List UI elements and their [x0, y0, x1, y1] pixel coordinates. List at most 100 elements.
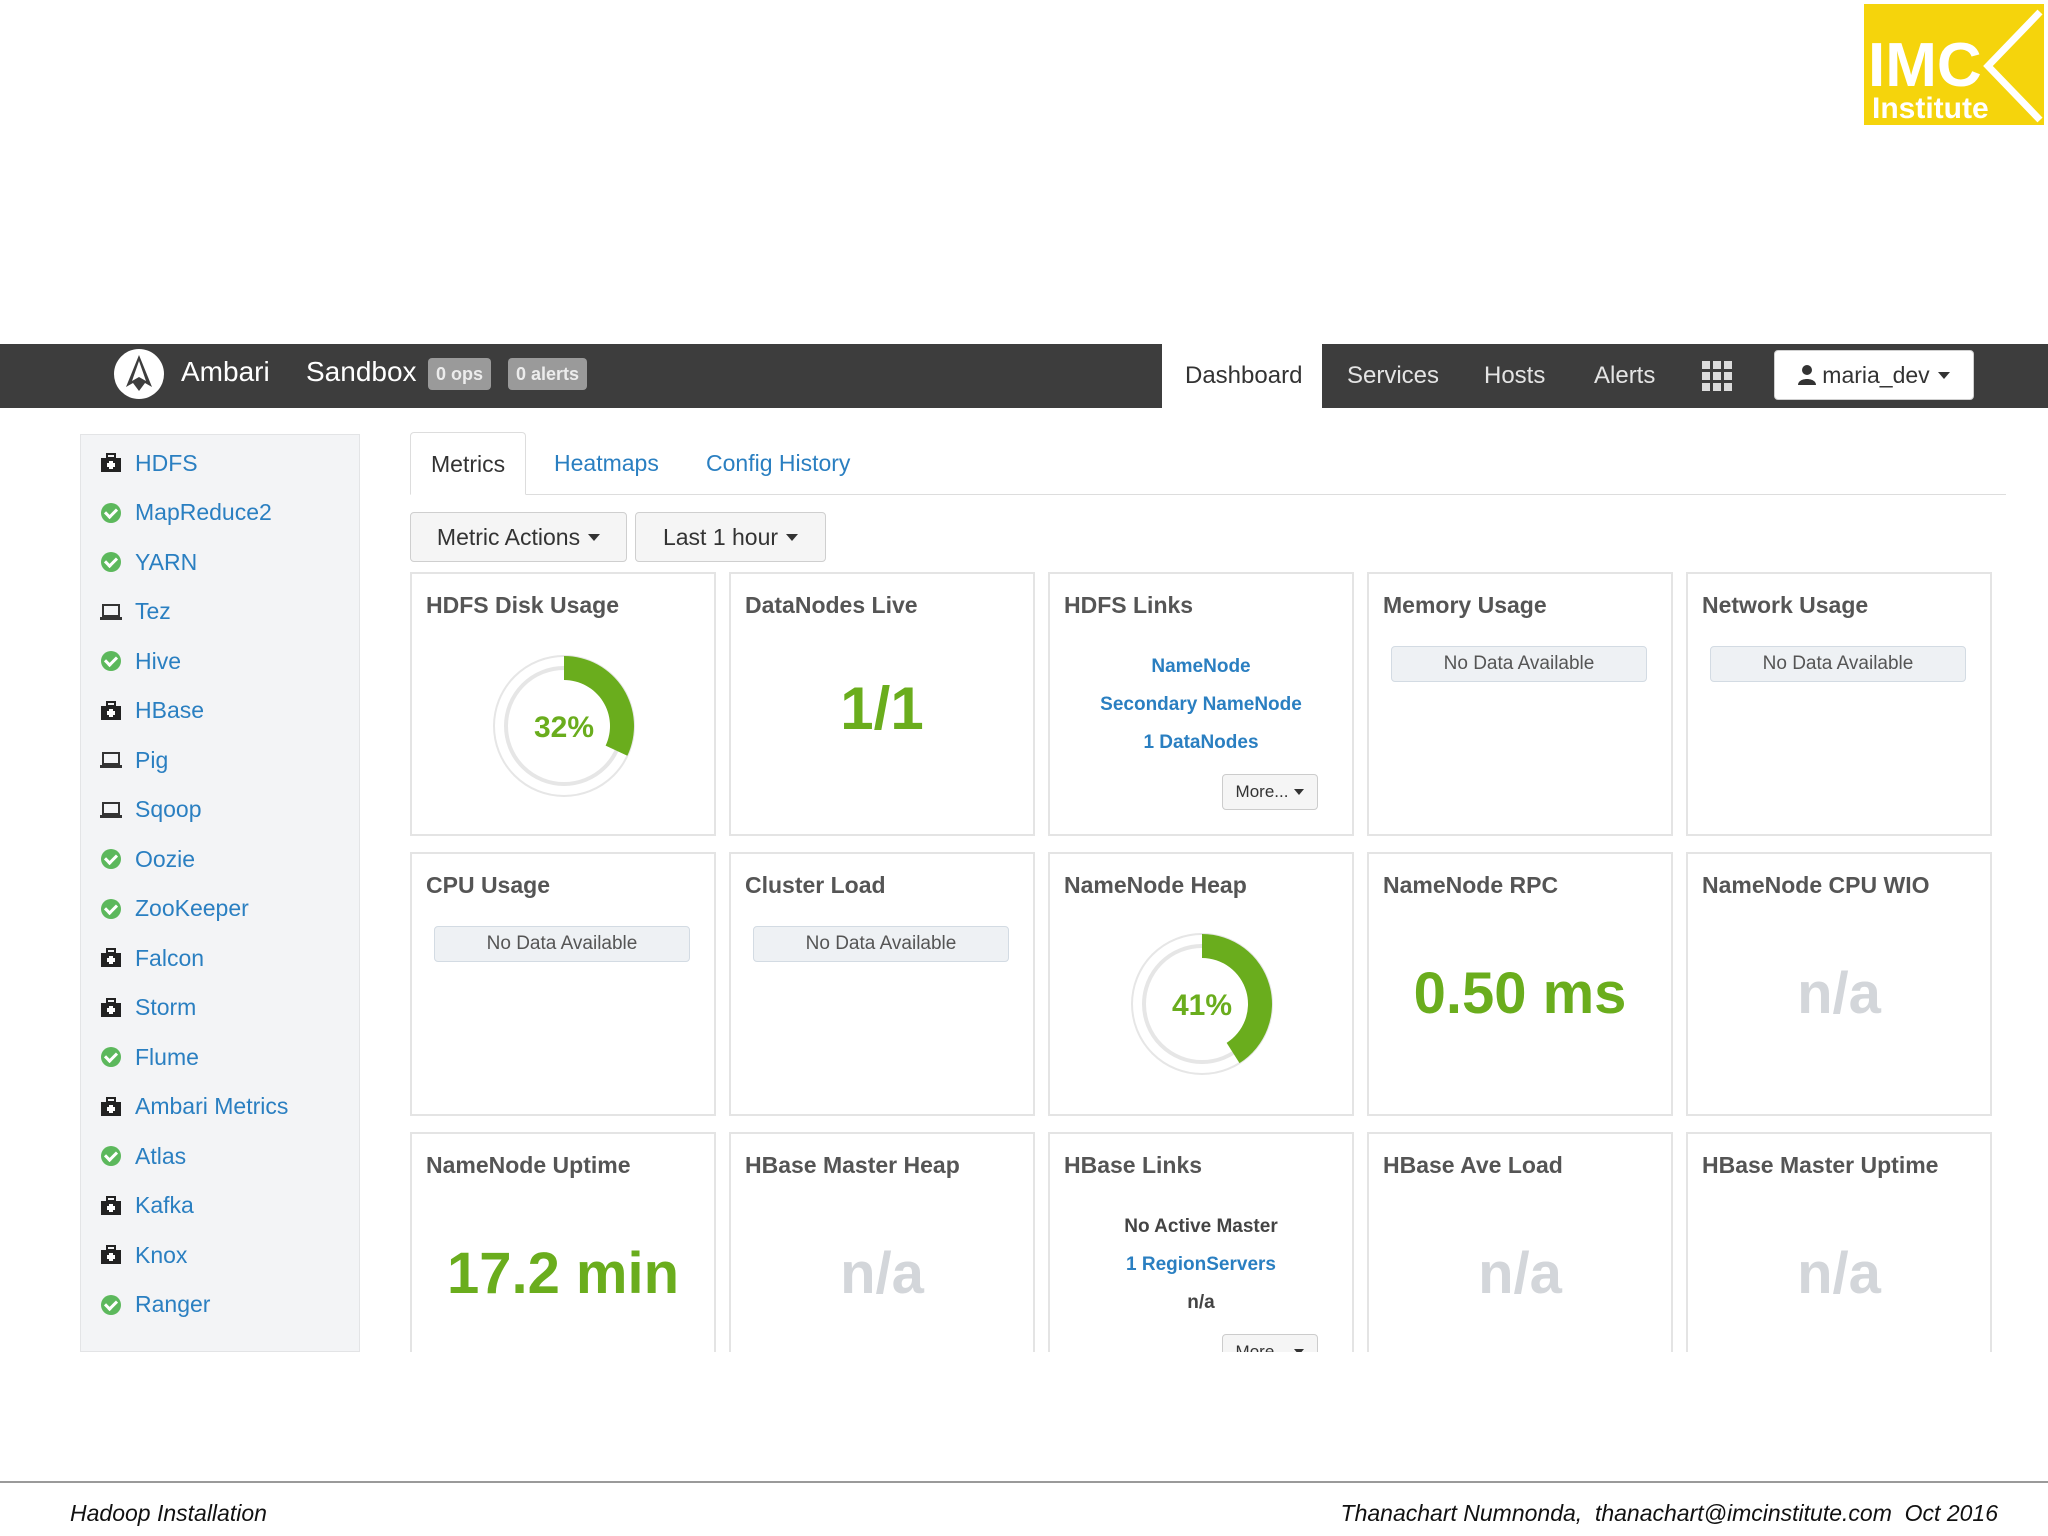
medkit-icon — [99, 1194, 123, 1218]
chevron-down-icon — [1937, 371, 1950, 379]
sidebar-item-yarn[interactable]: YARN — [99, 542, 197, 582]
user-menu-button[interactable]: maria_dev — [1774, 350, 1974, 400]
widget-title: NameNode Heap — [1064, 872, 1247, 898]
hbase-heap-value: n/a — [840, 1241, 924, 1306]
logo-line2: Institute — [1872, 92, 1989, 125]
sidebar-item-zookeeper[interactable]: ZooKeeper — [99, 889, 249, 929]
ops-badge[interactable]: 0 ops — [428, 358, 492, 390]
hbase-uptime-value: n/a — [1797, 1241, 1881, 1306]
medkit-icon — [99, 1095, 123, 1119]
cluster-name[interactable]: Sandbox — [306, 356, 417, 388]
chevron-down-icon — [1294, 789, 1305, 795]
widget-hdfs-disk-usage[interactable]: HDFS Disk Usage 32% — [410, 572, 716, 836]
sidebar-item-label: Oozie — [135, 845, 196, 872]
widget-title: HDFS Links — [1064, 592, 1194, 618]
namenode-heap-donut: 41% — [1131, 933, 1273, 1075]
medkit-icon — [99, 1243, 123, 1267]
widget-network-usage[interactable]: Network Usage No Data Available — [1686, 572, 1992, 836]
nav-hosts[interactable]: Hosts — [1484, 344, 1545, 408]
sidebar-item-tez[interactable]: Tez — [99, 592, 171, 632]
sidebar-item-oozie[interactable]: Oozie — [99, 839, 195, 879]
sidebar-item-hbase[interactable]: HBase — [99, 691, 204, 731]
widget-title: DataNodes Live — [745, 592, 918, 618]
datanodes-value: 1/1 — [840, 675, 924, 742]
sidebar-item-storm[interactable]: Storm — [99, 988, 196, 1028]
metric-actions-button[interactable]: Metric Actions — [410, 512, 627, 562]
sidebar-item-flume[interactable]: Flume — [99, 1037, 199, 1077]
widget-title: HBase Master Heap — [745, 1152, 960, 1178]
tab-heatmaps[interactable]: Heatmaps — [534, 432, 679, 494]
sidebar-item-ambari-metrics[interactable]: Ambari Metrics — [99, 1087, 288, 1127]
widget-namenode-cpu-wio[interactable]: NameNode CPU WIO n/a — [1686, 852, 1992, 1116]
sidebar-item-label: Storm — [135, 994, 197, 1020]
sidebar-item-label: Atlas — [135, 1142, 187, 1169]
widget-title: HBase Links — [1064, 1152, 1203, 1178]
footer-author: Thanachart Numnonda, thanachart@imcinsti… — [1340, 1500, 1998, 1526]
sidebar-item-label: Pig — [135, 746, 169, 773]
sidebar-item-label: HDFS — [135, 449, 198, 476]
sidebar-item-falcon[interactable]: Falcon — [99, 938, 204, 978]
time-range-button[interactable]: Last 1 hour — [635, 512, 826, 562]
sidebar-item-ranger[interactable]: Ranger — [99, 1285, 210, 1325]
donut-label: 32% — [534, 711, 594, 744]
alerts-badge[interactable]: 0 alerts — [508, 358, 588, 390]
widget-title: NameNode Uptime — [426, 1152, 631, 1178]
sidebar-item-label: Falcon — [135, 944, 205, 971]
sidebar-item-hive[interactable]: Hive — [99, 641, 181, 681]
nav-dashboard[interactable]: Dashboard — [1185, 344, 1302, 408]
check-circle-icon — [99, 501, 123, 525]
widget-title: Memory Usage — [1383, 592, 1547, 618]
brand-name[interactable]: Ambari — [181, 356, 270, 388]
hdfs-disk-donut: 32% — [493, 655, 635, 797]
widget-title: HDFS Disk Usage — [426, 592, 620, 618]
regionservers-link[interactable]: 1 RegionServers — [1050, 1254, 1352, 1276]
no-data-banner: No Data Available — [753, 926, 1009, 962]
sidebar-item-kafka[interactable]: Kafka — [99, 1186, 194, 1226]
sidebar-item-label: MapReduce2 — [135, 499, 272, 525]
laptop-icon — [99, 748, 123, 772]
tab-config-history[interactable]: Config History — [686, 432, 870, 494]
check-circle-icon — [99, 847, 123, 871]
no-data-banner: No Data Available — [434, 926, 690, 962]
sidebar-item-label: Sqoop — [135, 796, 202, 822]
widget-namenode-heap[interactable]: NameNode Heap 41% — [1048, 852, 1354, 1116]
widget-datanodes-live[interactable]: DataNodes Live 1/1 — [729, 572, 1035, 836]
medkit-icon — [99, 451, 123, 475]
secondary-namenode-link[interactable]: Secondary NameNode — [1050, 694, 1352, 716]
widget-title: HBase Master Uptime — [1702, 1152, 1939, 1178]
ambari-logo-icon[interactable] — [112, 347, 166, 401]
widget-namenode-rpc[interactable]: NameNode RPC 0.50 ms — [1367, 852, 1673, 1116]
sidebar-item-mapreduce2[interactable]: MapReduce2 — [99, 493, 272, 533]
check-circle-icon — [99, 649, 123, 673]
sidebar-item-hdfs[interactable]: HDFS — [99, 443, 198, 483]
widget-memory-usage[interactable]: Memory Usage No Data Available — [1367, 572, 1673, 836]
sidebar-item-label: HBase — [135, 697, 205, 723]
slide-background — [0, 1352, 2048, 1482]
hbase-load-value: n/a — [1478, 1241, 1562, 1306]
widget-hdfs-links[interactable]: HDFS Links NameNode Secondary NameNode 1… — [1048, 572, 1354, 836]
medkit-icon — [99, 996, 123, 1020]
sidebar-item-knox[interactable]: Knox — [99, 1235, 187, 1275]
datanodes-link[interactable]: 1 DataNodes — [1050, 732, 1352, 754]
check-circle-icon — [99, 1293, 123, 1317]
namenode-link[interactable]: NameNode — [1050, 656, 1352, 678]
widget-cpu-usage[interactable]: CPU Usage No Data Available — [410, 852, 716, 1116]
hbase-na-text: n/a — [1187, 1292, 1215, 1313]
widget-cluster-load[interactable]: Cluster Load No Data Available — [729, 852, 1035, 1116]
medkit-icon — [99, 699, 123, 723]
views-grid-icon[interactable] — [1702, 361, 1732, 391]
widget-title: Network Usage — [1702, 592, 1869, 618]
donut-label: 41% — [1172, 989, 1232, 1022]
namenode-rpc-value: 0.50 ms — [1413, 961, 1627, 1026]
tab-metrics[interactable]: Metrics — [410, 432, 527, 495]
widget-title: NameNode RPC — [1383, 872, 1559, 898]
sidebar-item-pig[interactable]: Pig — [99, 740, 168, 780]
nav-services[interactable]: Services — [1347, 344, 1439, 408]
nav-alerts[interactable]: Alerts — [1594, 344, 1655, 408]
hdfs-more-button[interactable]: More... — [1222, 774, 1318, 810]
sidebar-item-atlas[interactable]: Atlas — [99, 1136, 186, 1176]
medkit-icon — [99, 946, 123, 970]
no-data-banner: No Data Available — [1391, 646, 1647, 682]
sidebar-item-sqoop[interactable]: Sqoop — [99, 790, 202, 830]
more-label: More... — [1235, 782, 1289, 801]
